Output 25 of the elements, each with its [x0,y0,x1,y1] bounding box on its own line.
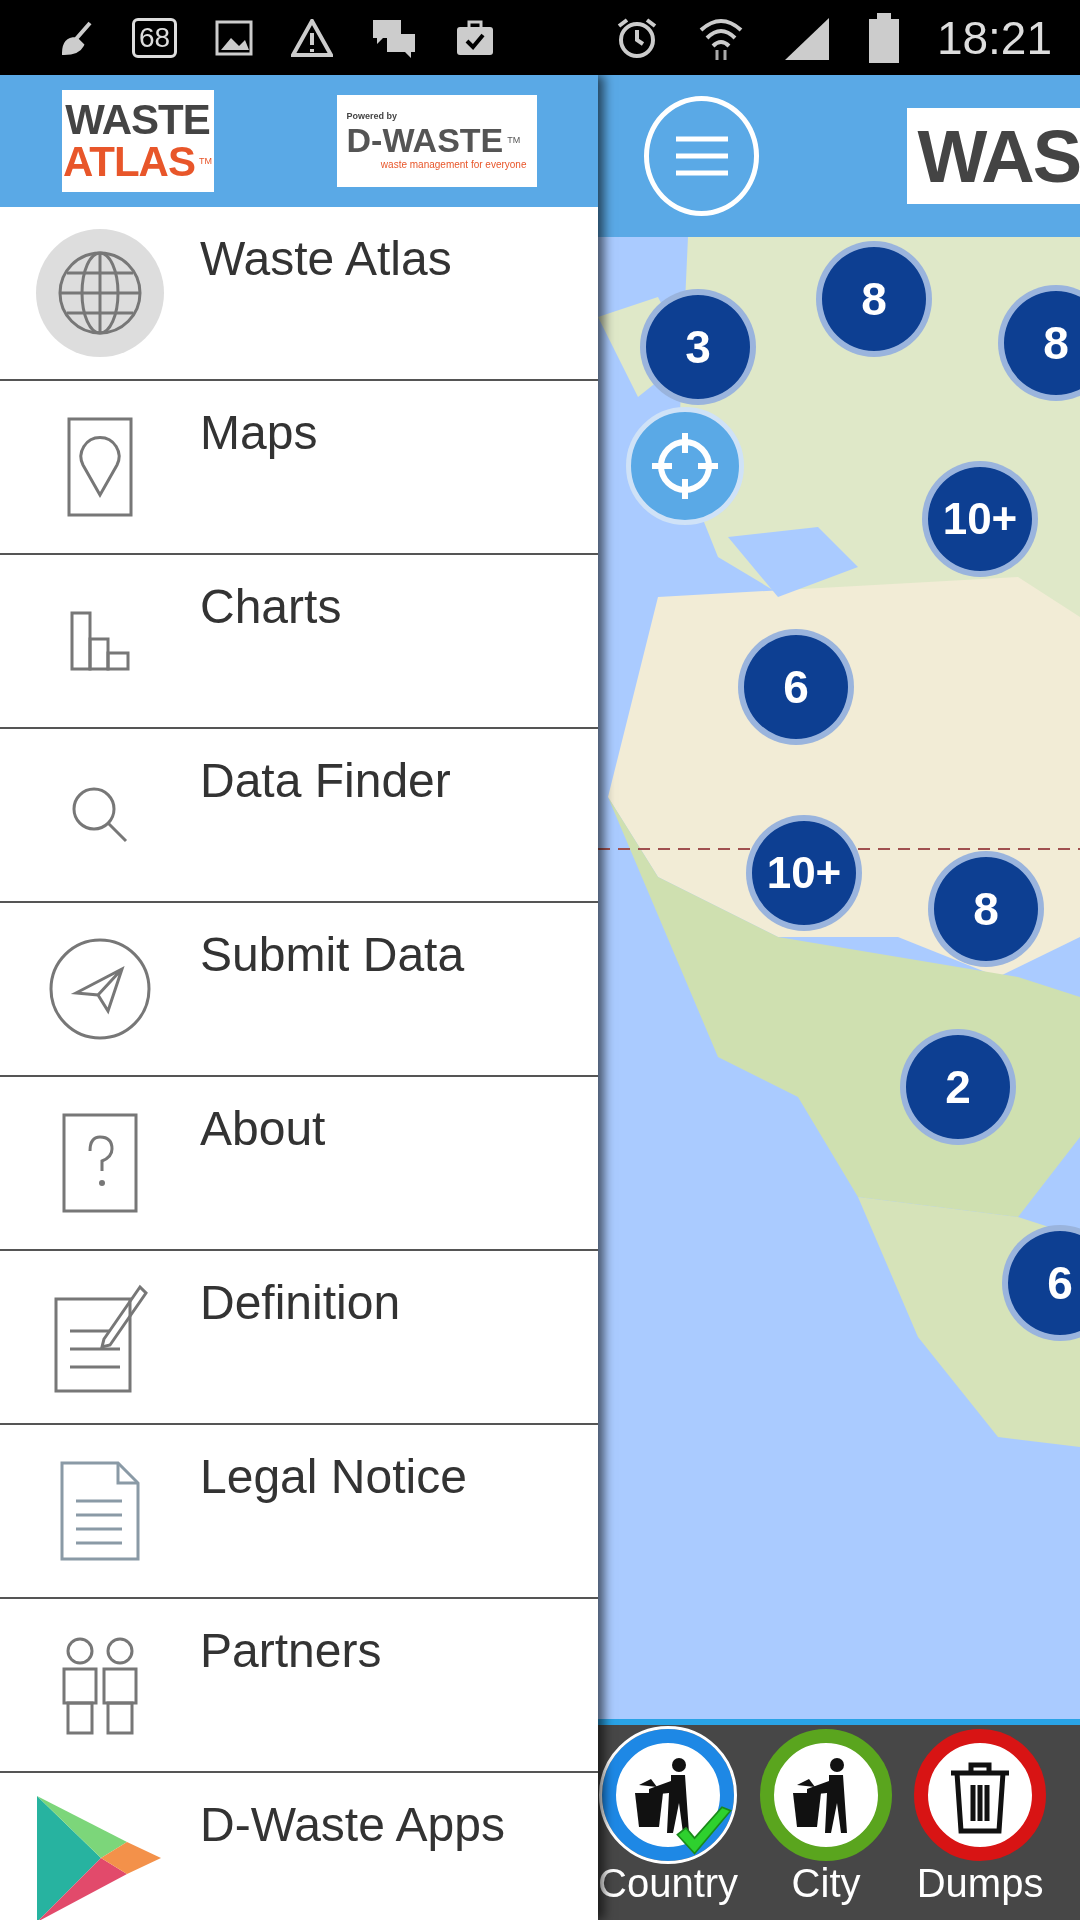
menu-icon [673,135,730,177]
clock-time: 18:21 [936,10,1052,65]
question-icon [62,1113,138,1213]
map-pin-icon [67,417,133,517]
image-icon [215,19,254,56]
waste-atlas-logo: WAS [907,108,1080,204]
menu-item[interactable]: D-Waste Apps [0,1773,598,1920]
crosshair-icon [650,431,720,501]
filter-button[interactable]: City [760,1725,893,1920]
notification-count: 68 [132,17,178,58]
chat-icon [371,17,418,58]
document-icon [60,1461,140,1561]
people-icon [60,1635,140,1735]
filter-button[interactable]: Dumps [914,1725,1047,1920]
briefcase-icon [455,18,496,57]
globe-icon [35,228,165,358]
warning-icon [291,18,334,57]
battery-icon [868,12,899,63]
search-icon [70,785,130,845]
broom-icon [60,20,94,55]
filter-button[interactable]: Country [598,1725,739,1920]
bar-chart-icon [68,609,132,673]
menu-item[interactable]: Waste Atlas [0,207,598,381]
paper-plane-icon [48,937,152,1041]
menu-button[interactable] [644,96,760,216]
